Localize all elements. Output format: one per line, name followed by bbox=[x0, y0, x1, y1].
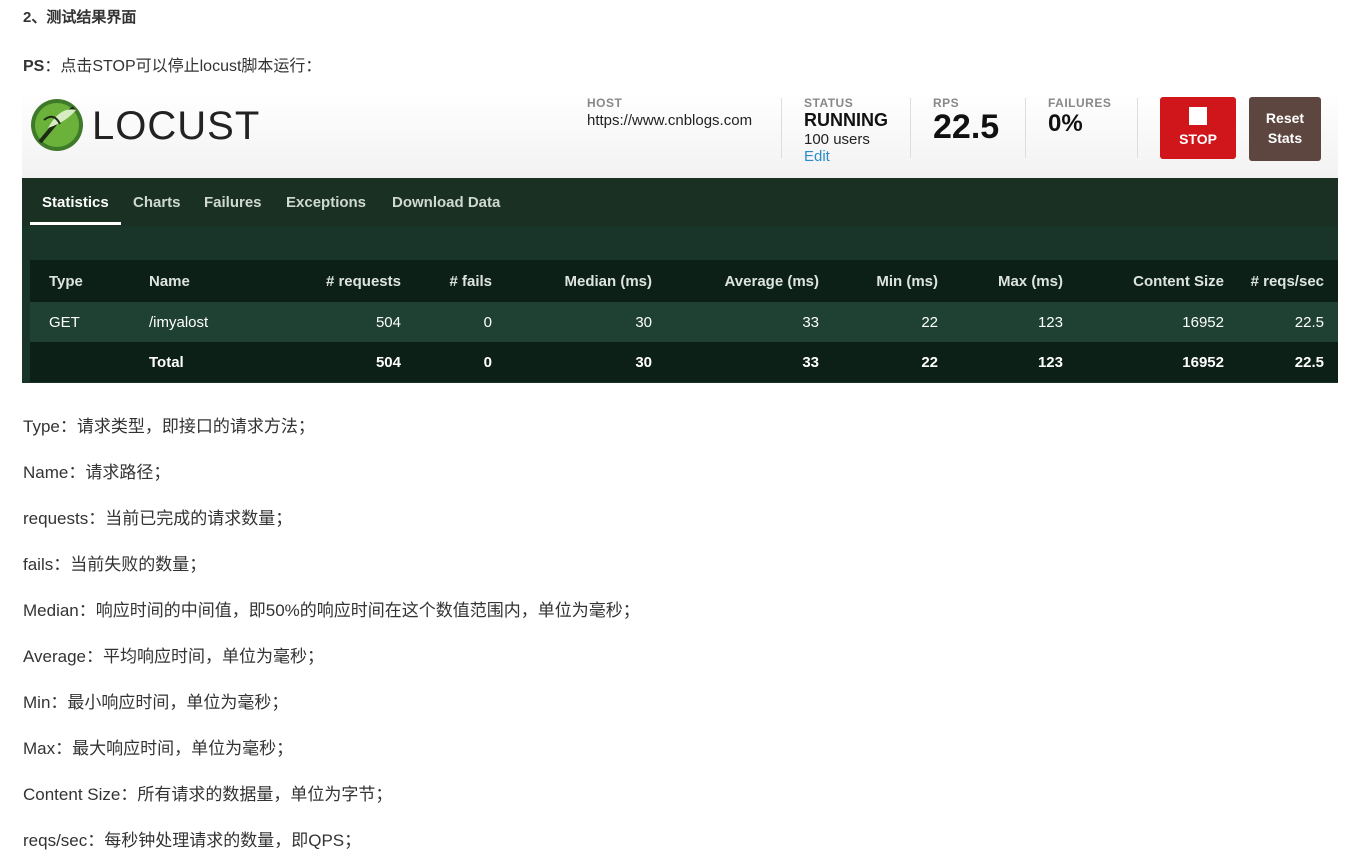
cell-type bbox=[30, 342, 149, 382]
cell-min: 22 bbox=[819, 342, 938, 382]
cell-reqs-sec: 22.5 bbox=[1224, 342, 1338, 382]
edit-link[interactable]: Edit bbox=[804, 148, 888, 165]
host-label: HOST bbox=[587, 96, 623, 110]
cell-content-size: 16952 bbox=[1063, 302, 1224, 342]
cell-max: 123 bbox=[938, 302, 1063, 342]
col-average[interactable]: Average (ms) bbox=[652, 260, 819, 302]
stop-icon bbox=[1189, 107, 1207, 125]
cell-requests: 504 bbox=[289, 342, 401, 382]
col-content-size[interactable]: Content Size bbox=[1063, 260, 1224, 302]
cell-min: 22 bbox=[819, 302, 938, 342]
user-count: 100 users bbox=[804, 131, 870, 148]
desc-median: Median：响应时间的中间值，即50%的响应时间在这个数值范围内，单位为毫秒； bbox=[23, 601, 640, 620]
statistics-table: Type Name # requests # fails Median (ms)… bbox=[30, 260, 1338, 382]
table-total-row: Total 504 0 30 33 22 123 16952 22.5 bbox=[30, 342, 1338, 382]
desc-name: Name：请求路径； bbox=[23, 463, 171, 482]
status-box: STATUS RUNNING 100 users Edit bbox=[804, 96, 888, 165]
desc-average: Average：平均响应时间，单位为毫秒； bbox=[23, 647, 325, 666]
failures-box: FAILURES 0% bbox=[1048, 96, 1111, 138]
table-header-row: Type Name # requests # fails Median (ms)… bbox=[30, 260, 1338, 302]
cell-reqs-sec: 22.5 bbox=[1224, 302, 1338, 342]
rps-box: RPS 22.5 bbox=[933, 96, 999, 147]
cell-median: 30 bbox=[492, 302, 652, 342]
ps-note: PS：点击STOP可以停止locust脚本运行： bbox=[23, 52, 321, 76]
status-value: RUNNING bbox=[804, 110, 888, 130]
desc-min: Min：最小响应时间，单位为毫秒； bbox=[23, 693, 289, 712]
table-row: GET /imyalost 504 0 30 33 22 123 16952 2… bbox=[30, 302, 1338, 342]
status-label: STATUS bbox=[804, 96, 854, 110]
desc-max: Max：最大响应时间，单位为毫秒； bbox=[23, 739, 294, 758]
rps-value: 22.5 bbox=[933, 108, 1000, 146]
host-box: HOST https://www.cnblogs.com bbox=[587, 96, 752, 129]
cell-max: 123 bbox=[938, 342, 1063, 382]
cell-requests: 504 bbox=[289, 302, 401, 342]
failures-label: FAILURES bbox=[1048, 96, 1112, 110]
desc-requests: requests：当前已完成的请求数量； bbox=[23, 509, 293, 528]
header-divider bbox=[781, 98, 782, 158]
locust-header: LOCUST HOST https://www.cnblogs.com STAT… bbox=[22, 92, 1338, 178]
ps-text: ：点击STOP可以停止locust脚本运行： bbox=[44, 58, 322, 75]
col-min[interactable]: Min (ms) bbox=[819, 260, 938, 302]
tab-download-data[interactable]: Download Data bbox=[392, 194, 500, 211]
tab-exceptions[interactable]: Exceptions bbox=[286, 194, 366, 211]
cell-name: Total bbox=[149, 342, 289, 382]
col-reqs-sec[interactable]: # reqs/sec bbox=[1224, 260, 1338, 302]
cell-fails: 0 bbox=[401, 342, 492, 382]
desc-content-size: Content Size：所有请求的数据量，单位为字节； bbox=[23, 785, 393, 804]
desc-type: Type：请求类型，即接口的请求方法； bbox=[23, 417, 315, 436]
stop-label: STOP bbox=[1179, 131, 1217, 147]
statistics-panel: Type Name # requests # fails Median (ms)… bbox=[22, 226, 1338, 383]
col-fails[interactable]: # fails bbox=[401, 260, 492, 302]
desc-reqs-sec: reqs/sec：每秒钟处理请求的数量，即QPS； bbox=[23, 831, 362, 850]
cell-median: 30 bbox=[492, 342, 652, 382]
header-divider bbox=[1025, 98, 1026, 158]
stop-button[interactable]: STOP bbox=[1160, 97, 1236, 159]
cell-name: /imyalost bbox=[149, 302, 289, 342]
locust-logo-icon bbox=[31, 99, 83, 151]
cell-type: GET bbox=[30, 302, 149, 342]
failures-value: 0% bbox=[1048, 110, 1083, 137]
section-heading: 2、测试结果界面 bbox=[23, 9, 137, 26]
cell-average: 33 bbox=[652, 342, 819, 382]
ps-label: PS bbox=[23, 58, 45, 75]
tab-charts[interactable]: Charts bbox=[133, 194, 181, 211]
col-requests[interactable]: # requests bbox=[289, 260, 401, 302]
tab-failures[interactable]: Failures bbox=[204, 194, 262, 211]
desc-fails: fails：当前失败的数量； bbox=[23, 555, 207, 574]
stats-label: Stats bbox=[1267, 130, 1303, 146]
host-value: https://www.cnblogs.com bbox=[587, 112, 753, 129]
col-max[interactable]: Max (ms) bbox=[938, 260, 1063, 302]
active-tab-indicator bbox=[30, 222, 121, 225]
header-divider bbox=[910, 98, 911, 158]
tab-bar: Statistics Charts Failures Exceptions Do… bbox=[22, 178, 1338, 226]
cell-average: 33 bbox=[652, 302, 819, 342]
col-name[interactable]: Name bbox=[149, 260, 289, 302]
header-divider bbox=[1137, 98, 1138, 158]
locust-screenshot: LOCUST HOST https://www.cnblogs.com STAT… bbox=[22, 92, 1338, 383]
cell-fails: 0 bbox=[401, 302, 492, 342]
col-type[interactable]: Type bbox=[30, 260, 149, 302]
tab-statistics[interactable]: Statistics bbox=[42, 194, 109, 211]
cell-content-size: 16952 bbox=[1063, 342, 1224, 382]
locust-logo-text: LOCUST bbox=[92, 104, 261, 148]
reset-stats-button[interactable]: Reset Stats bbox=[1249, 97, 1321, 161]
col-median[interactable]: Median (ms) bbox=[492, 260, 652, 302]
reset-label: Reset bbox=[1265, 110, 1305, 126]
